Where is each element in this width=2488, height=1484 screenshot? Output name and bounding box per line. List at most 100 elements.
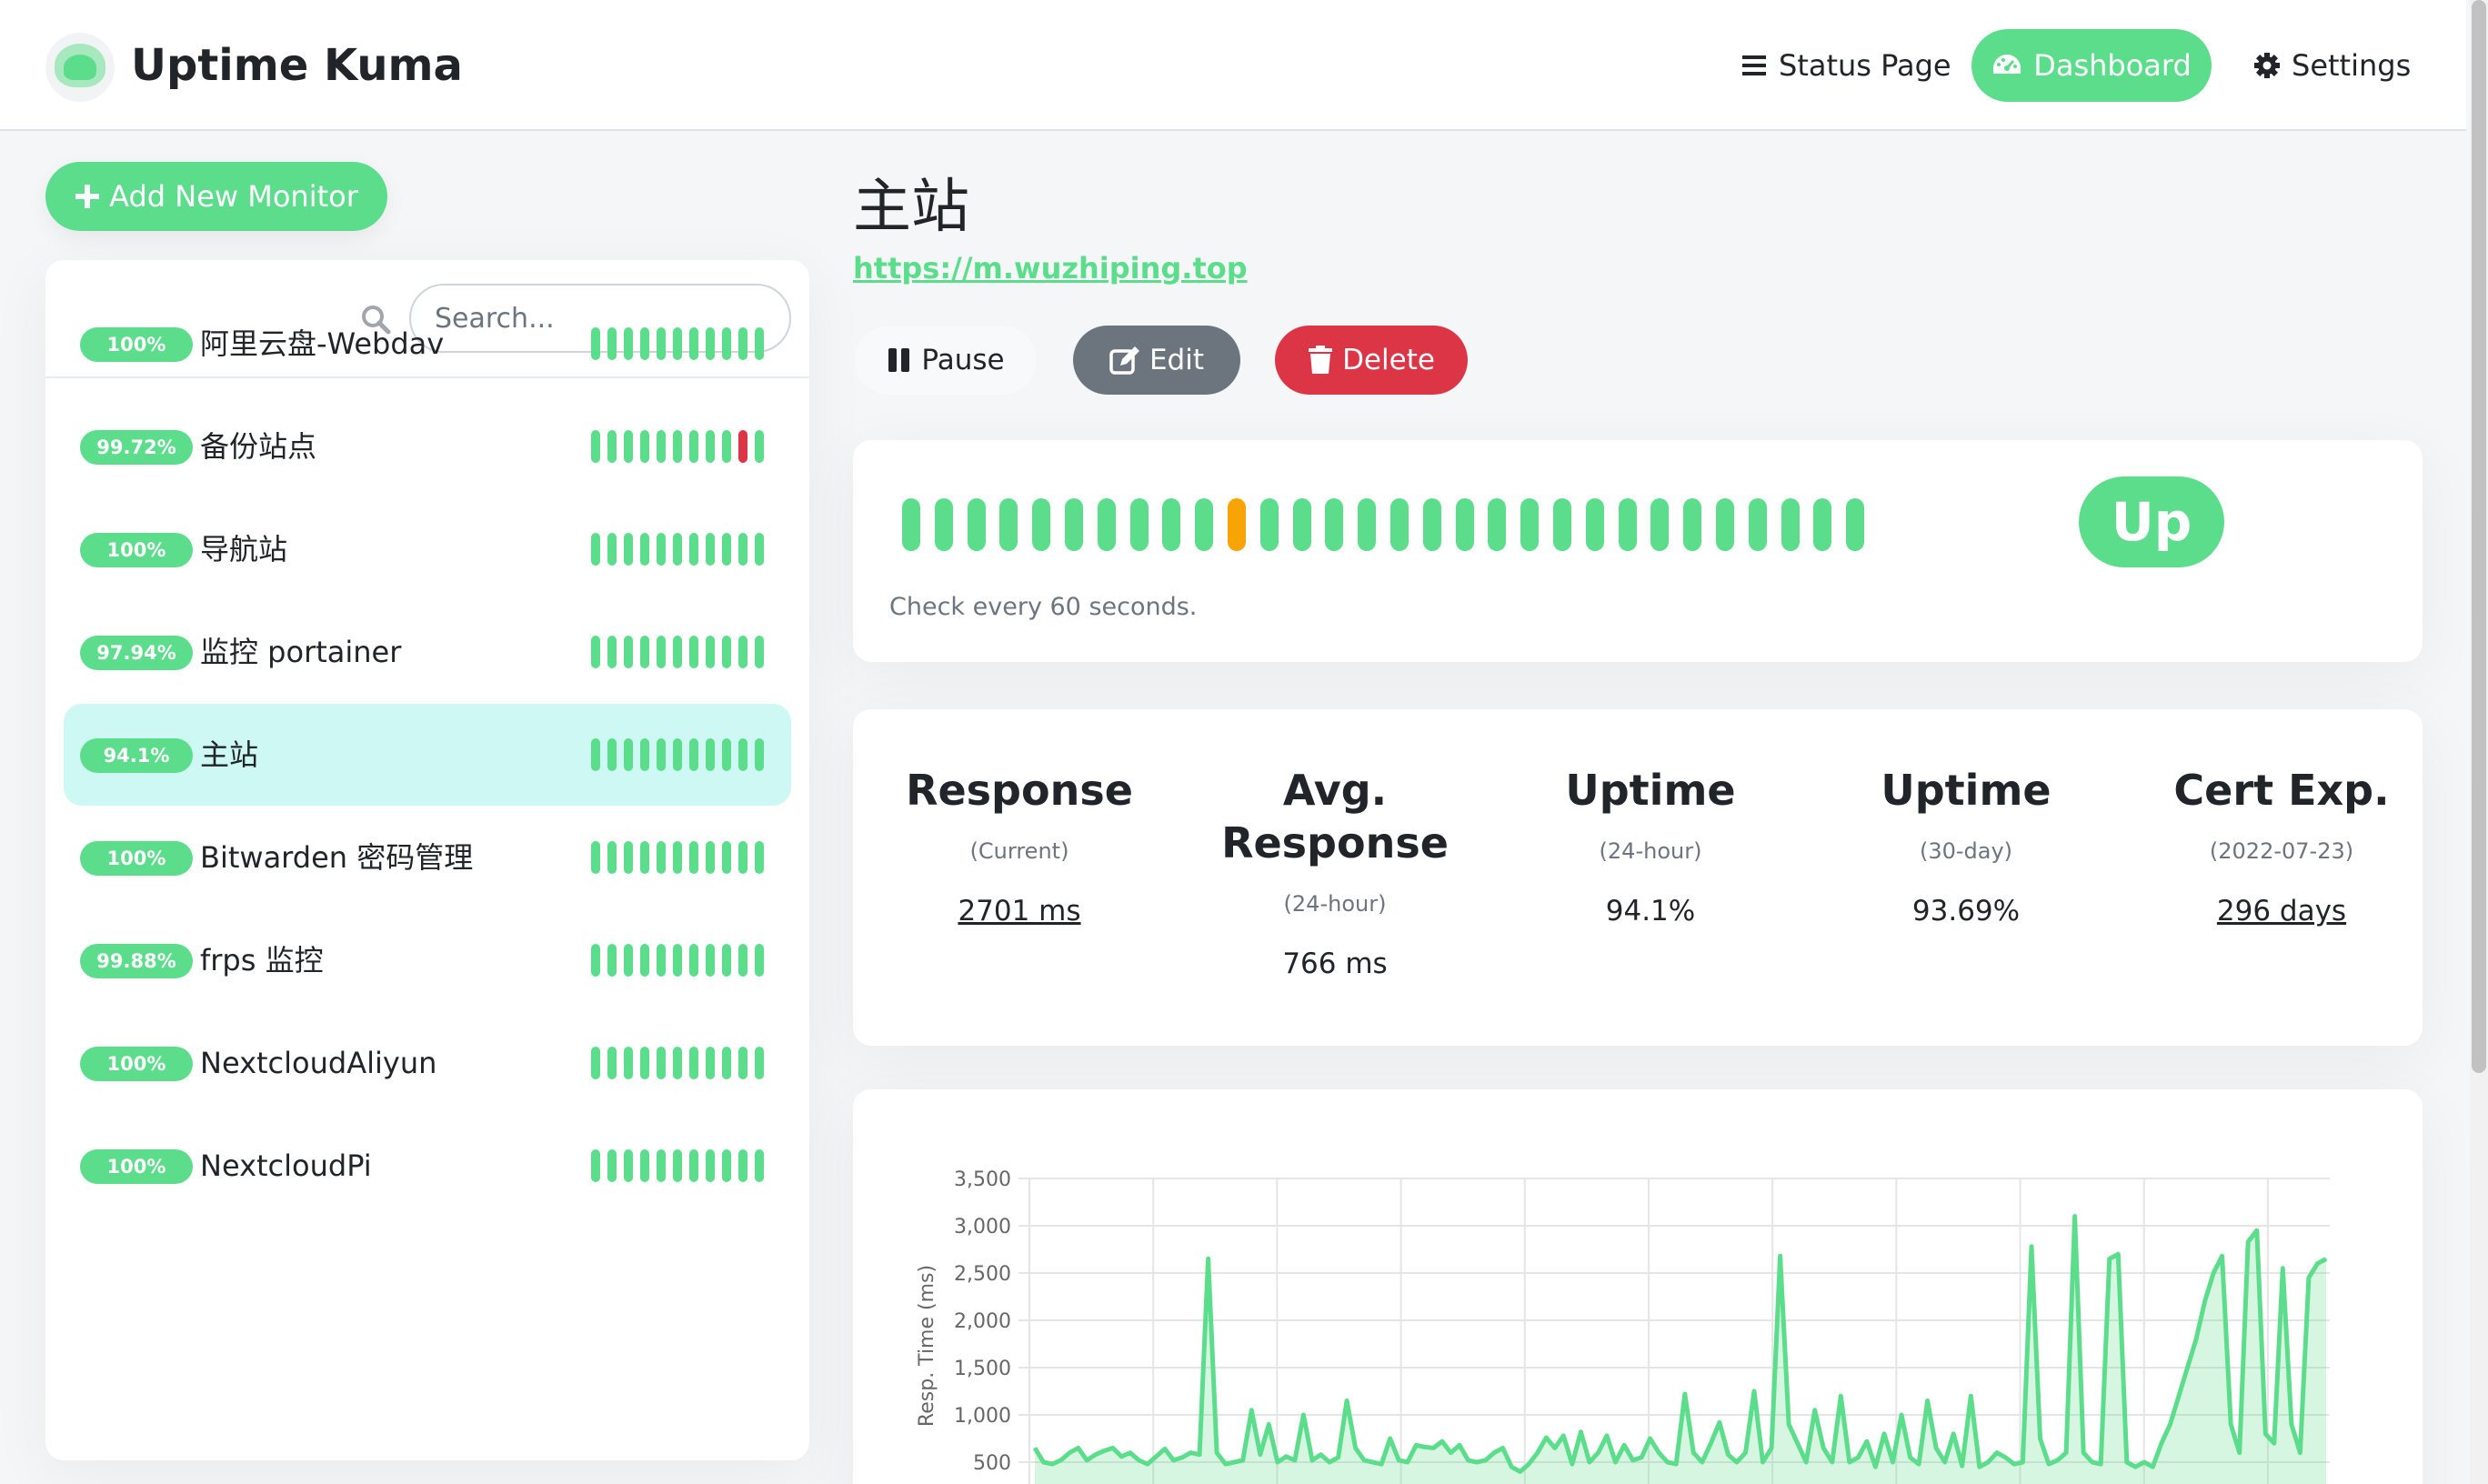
heartbeat-beat[interactable] (640, 841, 649, 874)
heartbeat-beat[interactable] (640, 327, 649, 360)
heartbeat-beat[interactable] (1455, 498, 1474, 551)
heartbeat-beat[interactable] (640, 944, 649, 977)
data-point[interactable] (1814, 1409, 1816, 1411)
heartbeat-beat[interactable] (591, 738, 600, 771)
data-point[interactable] (1554, 1447, 1556, 1449)
heartbeat-beat[interactable] (1259, 498, 1279, 551)
data-point[interactable] (1892, 1461, 1893, 1463)
heartbeat-beat[interactable] (607, 327, 617, 360)
heartbeat-beat[interactable] (591, 533, 600, 566)
heartbeat-beat[interactable] (640, 738, 649, 771)
data-point[interactable] (2273, 1442, 2275, 1444)
data-point[interactable] (1225, 1463, 1227, 1465)
data-point[interactable] (1147, 1463, 1149, 1465)
data-point[interactable] (2022, 1461, 2023, 1463)
heartbeat-beat[interactable] (657, 430, 666, 463)
monitor-list-item[interactable]: 100% NextcloudPi (64, 1115, 791, 1217)
heartbeat-beat[interactable] (607, 841, 617, 874)
data-point[interactable] (1874, 1466, 1876, 1468)
data-point[interactable] (1120, 1456, 1122, 1458)
heartbeat-beat[interactable] (657, 841, 666, 874)
heartbeat-beat[interactable] (1390, 498, 1409, 551)
data-point[interactable] (1051, 1463, 1053, 1465)
data-point[interactable] (1571, 1463, 1573, 1465)
heartbeat-beat[interactable] (755, 944, 764, 977)
heartbeat-beat[interactable] (591, 1149, 600, 1182)
data-point[interactable] (1129, 1452, 1131, 1454)
data-point[interactable] (1103, 1450, 1105, 1451)
data-point[interactable] (1250, 1409, 1252, 1411)
heartbeat-beat[interactable] (640, 1047, 649, 1079)
data-point[interactable] (2074, 1216, 2076, 1218)
heartbeat-beat[interactable] (722, 533, 731, 566)
data-point[interactable] (2299, 1452, 2301, 1454)
data-point[interactable] (1675, 1463, 1677, 1465)
data-point[interactable] (1918, 1463, 1920, 1465)
heartbeat-beat[interactable] (722, 1149, 731, 1182)
heartbeat-beat[interactable] (607, 636, 617, 668)
data-point[interactable] (1242, 1459, 1244, 1461)
data-point[interactable] (1623, 1444, 1625, 1446)
page-scrollbar-thumb[interactable] (2472, 0, 2486, 1073)
heartbeat-beat[interactable] (591, 1047, 600, 1079)
heartbeat-beat[interactable] (640, 1149, 649, 1182)
data-point[interactable] (1043, 1461, 1044, 1463)
data-point[interactable] (1692, 1452, 1694, 1454)
data-point[interactable] (1935, 1447, 1937, 1449)
data-point[interactable] (1883, 1433, 1885, 1435)
heartbeat-beat[interactable] (755, 1047, 764, 1079)
data-point[interactable] (1589, 1461, 1590, 1463)
heartbeat-beat[interactable] (706, 533, 715, 566)
heartbeat-beat[interactable] (738, 1149, 747, 1182)
heartbeat-beat[interactable] (640, 430, 649, 463)
heartbeat-beat[interactable] (624, 841, 633, 874)
heartbeat-beat[interactable] (673, 1149, 682, 1182)
delete-button[interactable]: Delete (1275, 326, 1468, 395)
data-point[interactable] (1493, 1452, 1495, 1454)
heartbeat-beat[interactable] (624, 636, 633, 668)
data-point[interactable] (1485, 1459, 1487, 1461)
data-point[interactable] (1355, 1447, 1357, 1449)
data-point[interactable] (1537, 1452, 1539, 1454)
heartbeat-beat[interactable] (1228, 498, 1246, 551)
data-point[interactable] (1346, 1399, 1348, 1401)
data-point[interactable] (1432, 1447, 1434, 1449)
heartbeat-beat[interactable] (1585, 498, 1604, 551)
data-point[interactable] (1380, 1463, 1382, 1465)
data-point[interactable] (1667, 1461, 1669, 1463)
data-point[interactable] (1910, 1457, 1911, 1459)
data-point[interactable] (1398, 1459, 1400, 1461)
nav-settings[interactable]: Settings (2253, 29, 2411, 102)
data-point[interactable] (1849, 1461, 1851, 1463)
heartbeat-beat[interactable] (1683, 498, 1702, 551)
data-point[interactable] (1372, 1461, 1374, 1463)
data-point[interactable] (1095, 1454, 1097, 1456)
data-point[interactable] (1580, 1431, 1581, 1433)
heartbeat-beat[interactable] (624, 1047, 633, 1079)
data-point[interactable] (1562, 1435, 1564, 1437)
data-point[interactable] (1199, 1454, 1200, 1456)
data-point[interactable] (1927, 1399, 1929, 1401)
data-point[interactable] (1502, 1447, 1504, 1449)
heartbeat-beat[interactable] (673, 1047, 682, 1079)
data-point[interactable] (1233, 1461, 1235, 1463)
heartbeat-beat[interactable] (607, 944, 617, 977)
heartbeat-beat[interactable] (902, 498, 920, 551)
data-point[interactable] (1086, 1459, 1088, 1461)
monitor-list-item[interactable]: 100% Bitwarden 密码管理 (64, 807, 791, 908)
monitor-list-item[interactable]: 99.72% 备份站点 (64, 396, 791, 497)
edit-button[interactable]: Edit (1073, 326, 1240, 395)
heartbeat-beat[interactable] (706, 1149, 715, 1182)
heartbeat-beat[interactable] (722, 327, 731, 360)
data-point[interactable] (1857, 1457, 1859, 1459)
monitor-list-item[interactable]: 99.88% frps 监控 (64, 909, 791, 1011)
heartbeat-beat[interactable] (657, 1149, 666, 1182)
data-point[interactable] (1311, 1459, 1313, 1461)
data-point[interactable] (1441, 1440, 1443, 1442)
data-point[interactable] (1545, 1437, 1547, 1439)
heartbeat-beat[interactable] (738, 841, 747, 874)
data-point[interactable] (1944, 1461, 1946, 1463)
data-point[interactable] (1216, 1452, 1218, 1454)
data-point[interactable] (1528, 1463, 1530, 1465)
data-point[interactable] (1701, 1461, 1703, 1463)
